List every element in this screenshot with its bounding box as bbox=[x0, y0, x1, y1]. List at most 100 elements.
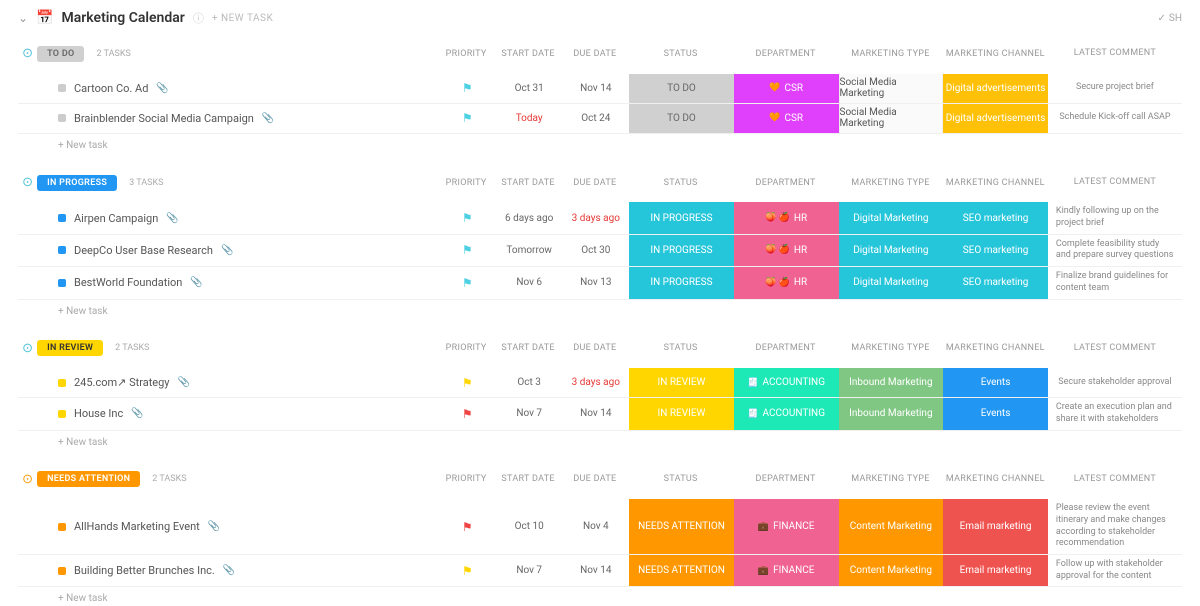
task-row[interactable]: House Inc 📎 ⚑ Nov 7 Nov 14 IN REVIEW 🧾AC… bbox=[18, 398, 1182, 430]
col-dept[interactable]: DEPARTMENT bbox=[733, 474, 838, 484]
channel-cell[interactable]: Events bbox=[943, 368, 1048, 397]
dept-cell[interactable]: 🧡CSR bbox=[734, 74, 839, 103]
start-date[interactable]: Tomorrow bbox=[506, 245, 552, 256]
attachment-icon[interactable]: 📎 bbox=[178, 377, 190, 388]
status-cell[interactable]: IN REVIEW bbox=[629, 398, 734, 429]
col-status[interactable]: STATUS bbox=[628, 49, 733, 59]
mtype-cell[interactable]: Social Media Marketing bbox=[839, 74, 944, 103]
task-row[interactable]: Building Better Brunches Inc. 📎 ⚑ Nov 7 … bbox=[18, 555, 1182, 587]
due-date[interactable]: Oct 30 bbox=[581, 245, 610, 256]
status-pill[interactable]: IN REVIEW bbox=[37, 340, 103, 356]
due-date[interactable]: 3 days ago bbox=[572, 377, 620, 388]
priority-flag-icon[interactable]: ⚑ bbox=[462, 376, 473, 390]
attachment-icon[interactable]: 📎 bbox=[166, 213, 178, 224]
status-pill[interactable]: TO DO bbox=[37, 46, 84, 62]
due-date[interactable]: Nov 4 bbox=[583, 521, 609, 532]
channel-cell[interactable]: Digital advertisements bbox=[943, 74, 1048, 103]
status-cell[interactable]: NEEDS ATTENTION bbox=[629, 555, 734, 586]
col-start[interactable]: START DATE bbox=[495, 343, 562, 353]
dept-cell[interactable]: 🍑 🍎HR bbox=[734, 202, 839, 233]
mtype-cell[interactable]: Social Media Marketing bbox=[839, 104, 944, 133]
share-badge[interactable]: ✓SH bbox=[1158, 13, 1182, 24]
task-name[interactable]: 245.com↗ Strategy bbox=[74, 376, 170, 389]
task-name[interactable]: BestWorld Foundation bbox=[74, 276, 182, 289]
task-name[interactable]: DeepCo User Base Research bbox=[74, 244, 213, 257]
dept-cell[interactable]: 🍑 🍎HR bbox=[734, 235, 839, 266]
attachment-icon[interactable]: 📎 bbox=[156, 83, 168, 94]
mtype-cell[interactable]: Inbound Marketing bbox=[839, 368, 944, 397]
mtype-cell[interactable]: Content Marketing bbox=[839, 555, 944, 586]
dept-cell[interactable]: 🧾ACCOUNTING bbox=[734, 398, 839, 429]
col-start[interactable]: START DATE bbox=[495, 49, 562, 59]
col-comment[interactable]: LATEST COMMENT bbox=[1048, 339, 1182, 359]
start-date[interactable]: Oct 3 bbox=[517, 377, 541, 388]
task-row[interactable]: Airpen Campaign 📎 ⚑ 6 days ago 3 days ag… bbox=[18, 202, 1182, 234]
task-row[interactable]: 245.com↗ Strategy 📎 ⚑ Oct 3 3 days ago I… bbox=[18, 368, 1182, 398]
start-date[interactable]: Oct 31 bbox=[515, 83, 544, 94]
priority-flag-icon[interactable]: ⚑ bbox=[462, 111, 473, 125]
info-icon[interactable]: ⓘ bbox=[193, 10, 204, 26]
col-due[interactable]: DUE DATE bbox=[561, 474, 628, 484]
col-channel[interactable]: MARKETING CHANNEL bbox=[943, 178, 1048, 188]
col-due[interactable]: DUE DATE bbox=[561, 343, 628, 353]
attachment-icon[interactable]: 📎 bbox=[221, 245, 233, 256]
due-date[interactable]: Nov 14 bbox=[580, 565, 611, 576]
attachment-icon[interactable]: 📎 bbox=[223, 565, 235, 576]
task-row[interactable]: Cartoon Co. Ad 📎 ⚑ Oct 31 Nov 14 TO DO 🧡… bbox=[18, 74, 1182, 104]
task-row[interactable]: AllHands Marketing Event 📎 ⚑ Oct 10 Nov … bbox=[18, 499, 1182, 555]
priority-flag-icon[interactable]: ⚑ bbox=[462, 276, 473, 290]
collapse-icon[interactable]: ⊙ bbox=[18, 341, 37, 356]
status-pill[interactable]: NEEDS ATTENTION bbox=[37, 471, 140, 487]
channel-cell[interactable]: Email marketing bbox=[943, 499, 1048, 554]
channel-cell[interactable]: Digital advertisements bbox=[943, 104, 1048, 133]
status-square-icon[interactable] bbox=[58, 523, 66, 531]
comment-cell[interactable]: Secure stakeholder approval bbox=[1048, 368, 1182, 397]
due-date[interactable]: Nov 13 bbox=[580, 277, 611, 288]
due-date[interactable]: Nov 14 bbox=[580, 408, 611, 419]
priority-flag-icon[interactable]: ⚑ bbox=[462, 81, 473, 95]
priority-flag-icon[interactable]: ⚑ bbox=[462, 564, 473, 578]
task-row[interactable]: BestWorld Foundation 📎 ⚑ Nov 6 Nov 13 IN… bbox=[18, 267, 1182, 299]
task-name[interactable]: Cartoon Co. Ad bbox=[74, 82, 148, 95]
dept-cell[interactable]: 💼FINANCE bbox=[734, 499, 839, 554]
channel-cell[interactable]: Events bbox=[943, 398, 1048, 429]
dept-cell[interactable]: 🧡CSR bbox=[734, 104, 839, 133]
status-cell[interactable]: IN PROGRESS bbox=[629, 202, 734, 233]
col-mtype[interactable]: MARKETING TYPE bbox=[838, 49, 943, 59]
status-square-icon[interactable] bbox=[58, 246, 66, 254]
start-date[interactable]: Nov 7 bbox=[516, 565, 542, 576]
new-task-row[interactable]: + New task bbox=[18, 587, 1182, 604]
mtype-cell[interactable]: Content Marketing bbox=[839, 499, 944, 554]
comment-cell[interactable]: Follow up with stakeholder approval for … bbox=[1048, 555, 1182, 586]
comment-cell[interactable]: Secure project brief bbox=[1048, 74, 1182, 103]
comment-cell[interactable]: Create an execution plan and share it wi… bbox=[1048, 398, 1182, 429]
col-status[interactable]: STATUS bbox=[628, 343, 733, 353]
col-dept[interactable]: DEPARTMENT bbox=[733, 343, 838, 353]
status-cell[interactable]: IN PROGRESS bbox=[629, 267, 734, 298]
chevron-down-icon[interactable]: ⌄ bbox=[18, 11, 28, 25]
status-cell[interactable]: IN PROGRESS bbox=[629, 235, 734, 266]
col-dept[interactable]: DEPARTMENT bbox=[733, 49, 838, 59]
attachment-icon[interactable]: 📎 bbox=[262, 113, 274, 124]
col-start[interactable]: START DATE bbox=[495, 474, 562, 484]
due-date[interactable]: Nov 14 bbox=[580, 83, 611, 94]
comment-cell[interactable]: Schedule Kick-off call ASAP bbox=[1048, 104, 1182, 133]
priority-flag-icon[interactable]: ⚑ bbox=[462, 211, 473, 225]
col-channel[interactable]: MARKETING CHANNEL bbox=[943, 474, 1048, 484]
status-square-icon[interactable] bbox=[58, 379, 66, 387]
status-cell[interactable]: TO DO bbox=[629, 74, 734, 103]
col-dept[interactable]: DEPARTMENT bbox=[733, 178, 838, 188]
mtype-cell[interactable]: Digital Marketing bbox=[839, 267, 944, 298]
channel-cell[interactable]: Email marketing bbox=[943, 555, 1048, 586]
collapse-icon[interactable]: ⊙ bbox=[18, 472, 37, 487]
task-name[interactable]: Building Better Brunches Inc. bbox=[74, 564, 215, 577]
col-start[interactable]: START DATE bbox=[495, 178, 562, 188]
channel-cell[interactable]: SEO marketing bbox=[943, 235, 1048, 266]
status-square-icon[interactable] bbox=[58, 84, 66, 92]
col-mtype[interactable]: MARKETING TYPE bbox=[838, 474, 943, 484]
status-square-icon[interactable] bbox=[58, 410, 66, 418]
new-task-row[interactable]: + New task bbox=[18, 300, 1182, 317]
new-task-row[interactable]: + New task bbox=[18, 134, 1182, 151]
dept-cell[interactable]: 💼FINANCE bbox=[734, 555, 839, 586]
col-priority[interactable]: PRIORITY bbox=[438, 178, 495, 188]
